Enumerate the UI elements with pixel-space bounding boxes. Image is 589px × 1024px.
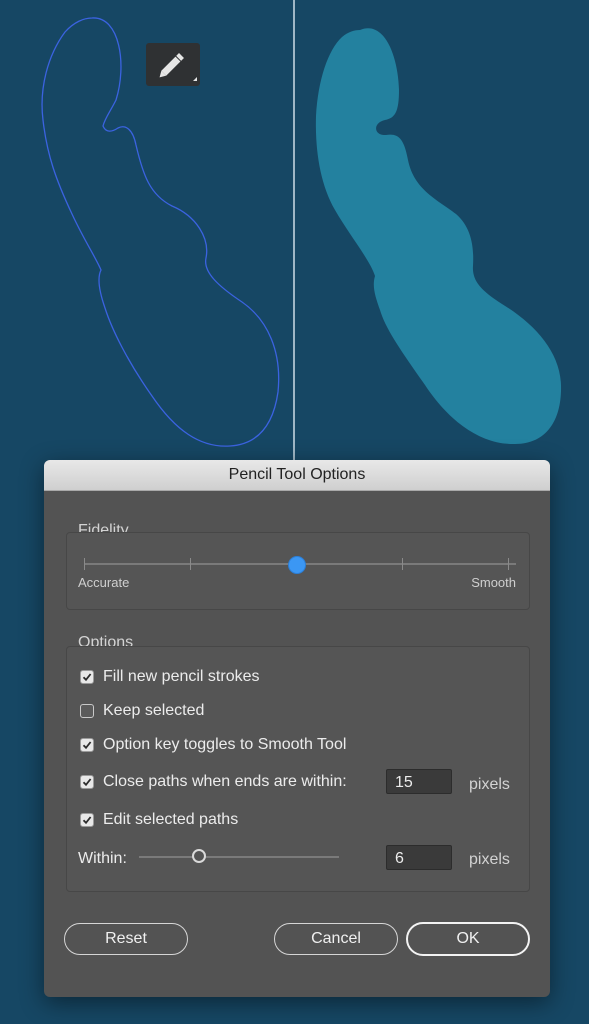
fill-new-strokes-checkbox[interactable] [80,670,94,684]
within-unit: pixels [469,851,510,868]
fidelity-max-label: Smooth [471,575,516,590]
within-label: Within: [78,850,127,867]
within-slider-thumb[interactable] [192,849,206,863]
keep-selected-label: Keep selected [103,702,205,719]
dialog-title: Pencil Tool Options [228,466,366,483]
dialog-titlebar[interactable]: Pencil Tool Options [44,460,550,491]
pencil-tool-options-dialog: Pencil Tool Options Fidelity Accurate Sm… [44,460,550,997]
close-paths-option[interactable]: Close paths when ends are within: [80,773,347,791]
fill-new-strokes-option[interactable]: Fill new pencil strokes [80,668,260,686]
fidelity-slider-thumb[interactable] [288,556,306,574]
within-slider-track[interactable] [139,856,339,858]
filled-pencil-shape[interactable] [315,28,562,445]
option-key-toggle-checkbox[interactable] [80,738,94,752]
edit-selected-checkbox[interactable] [80,813,94,827]
canvas-divider [293,0,295,460]
cancel-button[interactable]: Cancel [274,923,398,955]
option-key-toggle-label: Option key toggles to Smooth Tool [103,736,347,753]
checkmark-icon [82,673,92,682]
close-paths-pixels-input[interactable]: 15 [386,769,452,794]
option-key-toggle-option[interactable]: Option key toggles to Smooth Tool [80,736,346,754]
keep-selected-checkbox[interactable] [80,704,94,718]
fidelity-tick [84,558,85,570]
close-paths-label: Close paths when ends are within: [103,773,347,790]
reset-button[interactable]: Reset [64,923,188,955]
within-pixels-input[interactable]: 6 [386,845,452,870]
keep-selected-option[interactable]: Keep selected [80,702,204,720]
fidelity-tick [190,558,191,570]
fidelity-tick [402,558,403,570]
edit-selected-label: Edit selected paths [103,811,239,828]
close-paths-checkbox[interactable] [80,775,94,789]
checkmark-icon [82,741,92,750]
checkmark-icon [82,778,92,787]
fill-new-strokes-label: Fill new pencil strokes [103,668,260,685]
checkmark-icon [82,816,92,825]
ok-button[interactable]: OK [406,922,530,956]
close-paths-unit: pixels [469,776,510,793]
pencil-icon [146,43,200,86]
fidelity-tick [508,558,509,570]
edit-selected-option[interactable]: Edit selected paths [80,811,238,829]
fidelity-min-label: Accurate [78,575,130,590]
